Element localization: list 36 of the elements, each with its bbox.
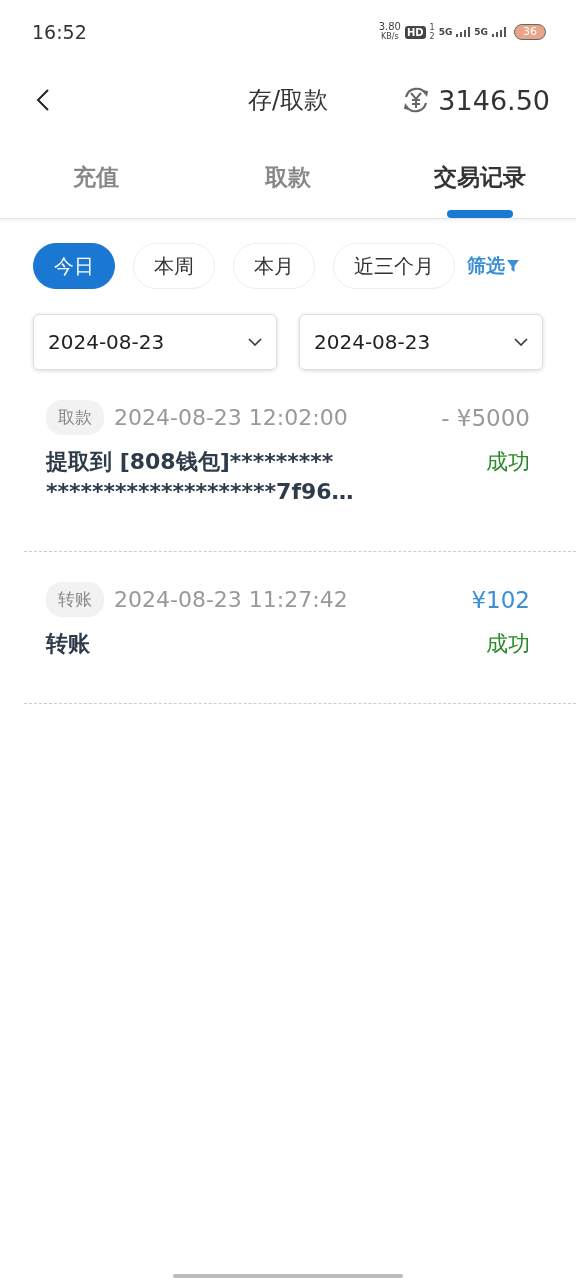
network-type: 5G [438,27,453,37]
hd-badge: HD [404,25,426,39]
battery-indicator: 36 [514,24,546,40]
sim-number: 1 [429,23,435,32]
tab[interactable]: 交易记录 [384,136,576,218]
record-amount: - ¥5000 [441,404,530,431]
signal-icon [492,27,506,37]
type-tag: 取款 [46,400,104,435]
record-time: 2024-08-23 12:02:00 [114,405,348,430]
tab[interactable]: 充值 [0,136,192,218]
record-status: 成功 [486,448,530,476]
network-type: 5G [474,27,488,37]
tab[interactable]: 取款 [192,136,384,218]
balance-amount: 3146.50 [438,84,550,116]
record-status: 成功 [486,630,530,658]
end-date-select[interactable]: 2024-08-23 [299,314,543,370]
back-icon[interactable] [36,88,50,112]
filter-icon [507,260,519,272]
record-description: 转账 [46,630,90,658]
period-chip[interactable]: 今日 [33,243,115,289]
period-chip[interactable]: 本周 [133,243,215,289]
page-title: 存/取款 [247,85,329,116]
period-chip[interactable]: 近三个月 [333,243,455,289]
type-tag: 转账 [46,582,104,617]
chevron-down-icon [514,338,528,346]
network-speed: 3.80 [378,22,401,32]
period-chip[interactable]: 本月 [233,243,315,289]
signal-icon [456,27,471,37]
start-date-select[interactable]: 2024-08-23 [33,314,277,370]
record-amount: ¥102 [471,586,530,613]
chevron-down-icon [248,338,262,346]
record-description: 提取到 [808钱包]********* ********************7f96… [46,448,354,506]
status-time: 16:52 [32,21,87,43]
record-time: 2024-08-23 11:27:42 [114,587,348,612]
speed-unit: KB/s [381,32,399,42]
sim-number: 2 [429,32,435,41]
